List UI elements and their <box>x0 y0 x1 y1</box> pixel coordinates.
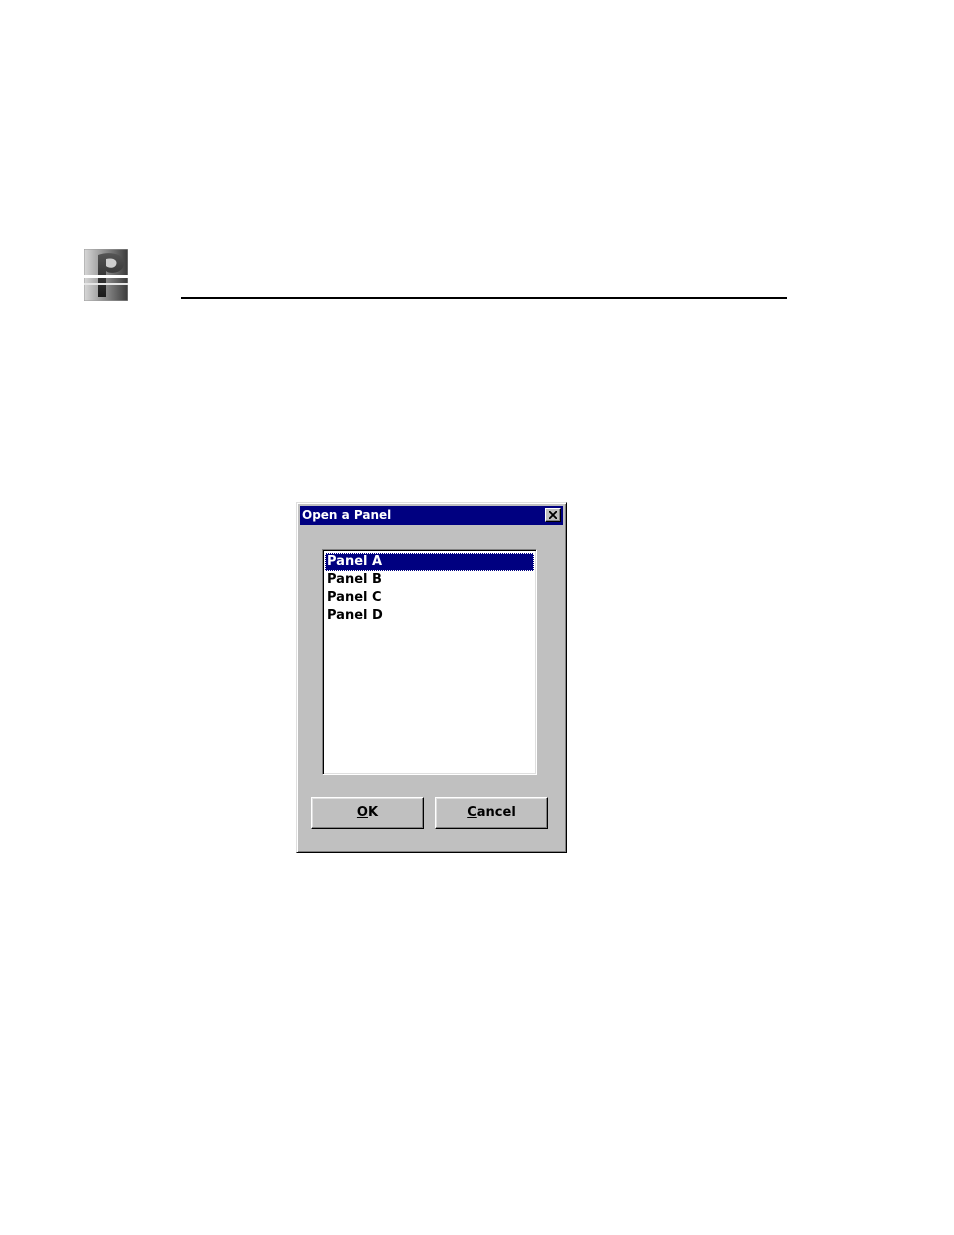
ok-button-label: K <box>367 805 379 820</box>
cancel-button[interactable]: Cancel <box>435 797 548 829</box>
cancel-button-accel: C <box>467 805 477 820</box>
dialog-title: Open a Panel <box>302 508 392 522</box>
ok-button-accel: O <box>356 805 368 820</box>
company-logo-icon <box>83 248 129 302</box>
open-panel-dialog: Open a Panel Panel A Panel B Panel C Pan… <box>296 502 567 853</box>
list-item-panel-d[interactable]: Panel D <box>325 607 534 625</box>
close-button[interactable] <box>545 508 561 522</box>
cancel-button-label: ancel <box>476 805 516 820</box>
ok-button[interactable]: OK <box>311 797 424 829</box>
panel-listbox[interactable]: Panel A Panel B Panel C Panel D <box>322 549 537 775</box>
list-item-panel-a[interactable]: Panel A <box>325 553 534 571</box>
dialog-titlebar[interactable]: Open a Panel <box>300 506 563 525</box>
list-item-panel-b[interactable]: Panel B <box>325 571 534 589</box>
header-rule <box>181 297 787 299</box>
close-icon <box>549 511 557 519</box>
list-item-panel-c[interactable]: Panel C <box>325 589 534 607</box>
